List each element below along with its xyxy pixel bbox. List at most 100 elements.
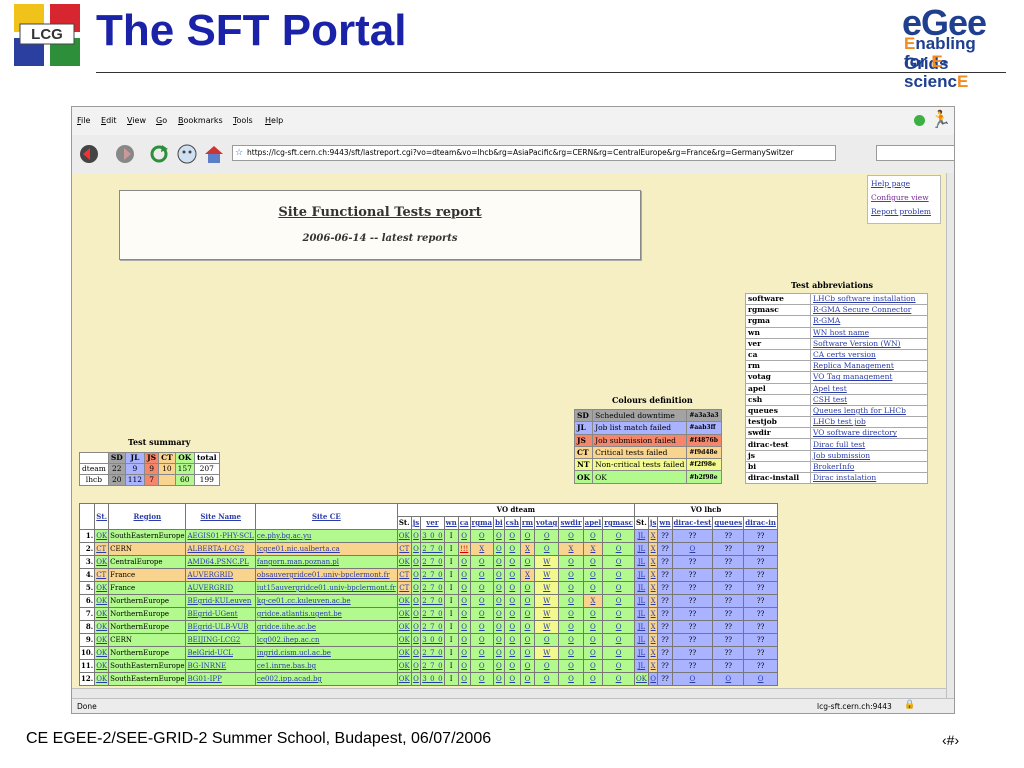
dteam-test-header[interactable]: ca <box>457 516 471 530</box>
site-ce[interactable]: kg-ce01.cc.kuleuven.ac.be <box>254 594 398 608</box>
dteam-result[interactable]: O <box>457 672 471 686</box>
dteam-result[interactable]: O <box>558 633 584 647</box>
site-status[interactable]: OK <box>94 607 110 621</box>
lhcb-result[interactable]: JL <box>633 633 649 647</box>
lhcb-result[interactable]: O <box>743 672 778 686</box>
dteam-result[interactable]: O <box>503 620 521 634</box>
dteam-result[interactable]: W <box>534 620 560 634</box>
dteam-result[interactable]: OK <box>396 659 412 673</box>
site-ce[interactable]: ce002.ipp.acad.bg <box>254 672 398 686</box>
lhcb-result[interactable]: X <box>647 633 659 647</box>
dteam-test-header[interactable]: wn <box>443 516 459 530</box>
dteam-result[interactable]: O <box>519 672 536 686</box>
dteam-result[interactable]: O <box>602 594 635 608</box>
sites-header[interactable]: Site CE <box>254 503 398 530</box>
lhcb-result[interactable]: X <box>647 529 659 543</box>
dteam-result[interactable]: O <box>469 555 495 569</box>
site-ce[interactable]: gridce.iihe.ac.be <box>254 620 398 634</box>
dteam-result[interactable]: W <box>534 568 560 582</box>
dteam-test-header[interactable]: rgmasc <box>602 516 635 530</box>
lhcb-result[interactable]: O <box>647 672 659 686</box>
site-ce[interactable]: ingrid.cism.ucl.ac.be <box>254 646 398 660</box>
dteam-result[interactable]: O <box>503 555 521 569</box>
dteam-result[interactable]: O <box>534 542 560 556</box>
dteam-result[interactable]: O <box>582 659 604 673</box>
lhcb-result[interactable]: JL <box>633 529 649 543</box>
site-name[interactable]: BG-INRNE <box>185 659 256 673</box>
dteam-result[interactable]: O <box>582 672 604 686</box>
dteam-result[interactable]: O <box>602 659 635 673</box>
site-name[interactable]: BEgrid-ULB-VUB <box>185 620 256 634</box>
lhcb-result[interactable]: X <box>647 555 659 569</box>
dteam-result[interactable]: O <box>457 607 471 621</box>
dteam-result[interactable]: O <box>582 607 604 621</box>
dteam-result[interactable]: O <box>558 659 584 673</box>
dteam-result[interactable]: O <box>493 646 505 660</box>
dteam-result[interactable]: CT <box>396 581 412 595</box>
dteam-result[interactable]: O <box>410 568 422 582</box>
back-icon[interactable] <box>78 143 100 165</box>
dteam-result[interactable]: O <box>558 568 584 582</box>
site-status[interactable]: OK <box>94 646 110 660</box>
dteam-result[interactable]: O <box>602 555 635 569</box>
site-name[interactable]: ALBERTA-LCG2 <box>185 542 256 556</box>
dteam-result[interactable]: O <box>469 646 495 660</box>
dteam-result[interactable]: O <box>602 620 635 634</box>
dteam-result[interactable]: O <box>602 633 635 647</box>
abbr-link[interactable]: CSH test <box>810 393 928 406</box>
dteam-result[interactable]: W <box>534 555 560 569</box>
dteam-test-header[interactable]: swdir <box>558 516 584 530</box>
dteam-result[interactable]: 3_0_0 <box>420 529 445 543</box>
dteam-result[interactable]: X <box>582 542 604 556</box>
dteam-result[interactable]: O <box>582 568 604 582</box>
dteam-result[interactable]: O <box>457 633 471 647</box>
dteam-result[interactable]: O <box>457 646 471 660</box>
dteam-result[interactable]: 2_7_0 <box>420 607 445 621</box>
dteam-result[interactable]: OK <box>396 620 412 634</box>
abbr-link[interactable]: Dirac full test <box>810 438 928 451</box>
dteam-test-header[interactable]: votag <box>534 516 560 530</box>
site-status[interactable]: CT <box>94 542 110 556</box>
abbr-link[interactable]: Apel test <box>810 382 928 395</box>
abbr-link[interactable]: Replica Management <box>810 360 928 373</box>
dteam-result[interactable]: O <box>503 646 521 660</box>
dteam-result[interactable]: O <box>503 659 521 673</box>
dteam-result[interactable]: O <box>469 568 495 582</box>
dteam-result[interactable]: O <box>519 646 536 660</box>
dteam-result[interactable]: O <box>503 581 521 595</box>
menu-tools[interactable]: Tools <box>233 116 253 125</box>
search-field[interactable] <box>876 145 954 161</box>
dteam-result[interactable]: O <box>602 672 635 686</box>
site-status[interactable]: OK <box>94 555 110 569</box>
dteam-result[interactable]: O <box>503 542 521 556</box>
dteam-result[interactable]: O <box>457 529 471 543</box>
dteam-result[interactable]: O <box>493 633 505 647</box>
lhcb-result[interactable]: O <box>712 672 745 686</box>
dteam-result[interactable]: O <box>410 620 422 634</box>
abbr-link[interactable]: R-GMA Secure Connector <box>810 304 928 317</box>
lhcb-result[interactable]: X <box>647 659 659 673</box>
lhcb-result[interactable]: O <box>671 672 714 686</box>
lhcb-result[interactable]: X <box>647 542 659 556</box>
dteam-result[interactable]: O <box>534 659 560 673</box>
dteam-result[interactable]: O <box>503 594 521 608</box>
dteam-result[interactable]: X <box>519 542 536 556</box>
site-status[interactable]: OK <box>94 659 110 673</box>
dteam-result[interactable]: OK <box>396 555 412 569</box>
dteam-result[interactable]: 2_7_0 <box>420 555 445 569</box>
abbr-link[interactable]: VO Tag management <box>810 371 928 384</box>
site-ce[interactable]: ce.phy.bg.ac.yu <box>254 529 398 543</box>
dteam-result[interactable]: O <box>582 646 604 660</box>
abbr-link[interactable]: Dirac instalation <box>810 471 928 485</box>
dteam-result[interactable]: 3_0_0 <box>420 633 445 647</box>
help-page-link[interactable]: Help page <box>868 179 940 193</box>
dteam-result[interactable]: O <box>410 659 422 673</box>
vertical-scrollbar[interactable] <box>946 173 954 699</box>
abbr-link[interactable]: VO software directory <box>810 427 928 440</box>
dteam-result[interactable]: O <box>410 581 422 595</box>
dteam-result[interactable]: O <box>558 594 584 608</box>
abbr-link[interactable]: LHCb test job <box>810 416 928 429</box>
site-name[interactable]: BEgrid-KULeuven <box>185 594 256 608</box>
abbr-link[interactable]: CA certs version <box>810 348 928 362</box>
dteam-result[interactable]: O <box>558 620 584 634</box>
